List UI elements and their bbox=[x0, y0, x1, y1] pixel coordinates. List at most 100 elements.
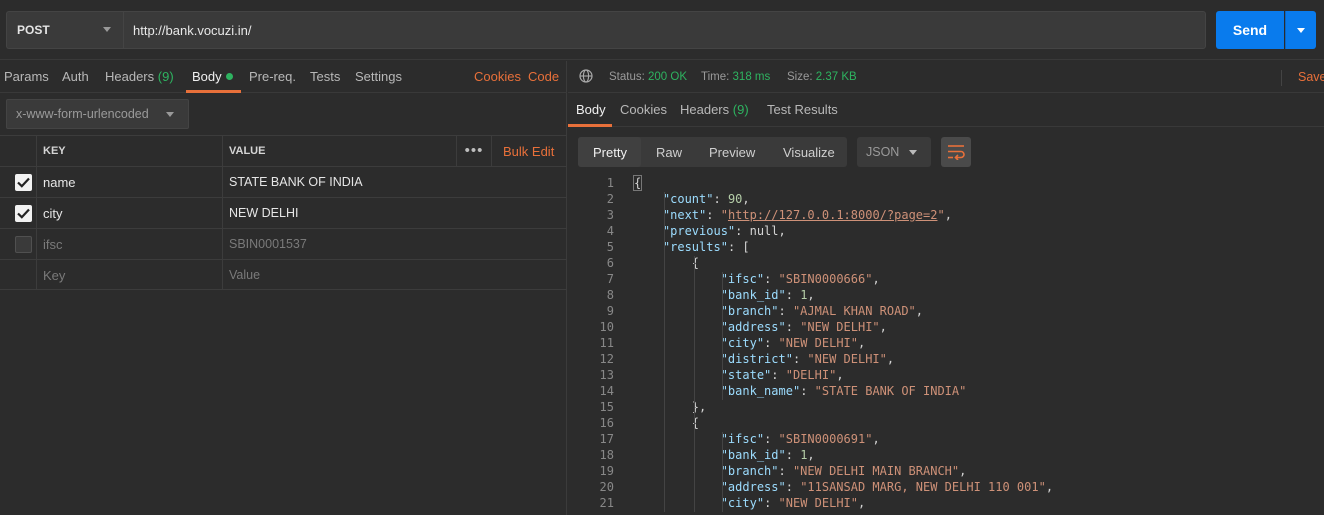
tab-headers-label: Headers bbox=[105, 69, 155, 84]
chevron-down-icon bbox=[103, 27, 111, 32]
line-number: 11 bbox=[599, 336, 614, 350]
code-line: "count": 90, bbox=[662, 192, 750, 206]
code-line: "results": [ bbox=[662, 240, 750, 254]
view-mode-switcher: Pretty Raw Preview Visualize bbox=[578, 137, 847, 167]
code-line: "next": "http://127.0.0.1:8000/?page=2", bbox=[662, 208, 952, 222]
line-number: 14 bbox=[599, 384, 614, 398]
more-options-icon[interactable]: ••• bbox=[456, 136, 492, 166]
line-number: 1 bbox=[606, 176, 614, 190]
tab-tests[interactable]: Tests bbox=[310, 69, 340, 84]
wrap-lines-icon bbox=[948, 145, 965, 160]
param-key[interactable]: name bbox=[37, 167, 223, 197]
tab-settings[interactable]: Settings bbox=[355, 69, 402, 84]
tab-headers[interactable]: Headers (9) bbox=[105, 69, 174, 84]
code-link[interactable]: Code bbox=[528, 69, 559, 84]
chevron-down-icon bbox=[166, 112, 174, 117]
wrap-lines-button[interactable] bbox=[941, 137, 971, 167]
new-value-input[interactable]: Value bbox=[223, 260, 567, 290]
view-raw[interactable]: Raw bbox=[656, 145, 682, 160]
size-label: Size: 2.37 KB bbox=[787, 71, 857, 83]
row-checkbox[interactable] bbox=[15, 205, 32, 222]
bulk-edit-link[interactable]: Bulk Edit bbox=[503, 144, 554, 159]
code-line: "district": "NEW DELHI", bbox=[720, 352, 895, 366]
cookies-link[interactable]: Cookies bbox=[474, 69, 521, 84]
status-value: 200 OK bbox=[648, 71, 688, 83]
line-number: 18 bbox=[599, 448, 614, 462]
size-label-text: Size: bbox=[787, 71, 813, 83]
key-column-header: KEY bbox=[37, 136, 223, 166]
tab-body[interactable]: Body bbox=[192, 69, 233, 84]
globe-icon[interactable] bbox=[579, 69, 593, 83]
time-label: Time: 318 ms bbox=[701, 71, 770, 83]
tab-response-headers-label: Headers bbox=[680, 102, 730, 117]
url-input[interactable]: http://bank.vocuzi.in/ bbox=[123, 11, 1206, 49]
table-row: city NEW DELHI bbox=[0, 197, 567, 228]
checkmark-icon bbox=[17, 177, 30, 188]
indent-guide bbox=[722, 272, 723, 400]
response-tabs: Body Cookies Headers (9) Test Results bbox=[568, 94, 1324, 127]
save-response-button[interactable]: Save bbox=[1281, 70, 1324, 86]
param-key[interactable]: ifsc bbox=[37, 229, 223, 259]
row-checkbox[interactable] bbox=[15, 236, 32, 253]
request-tabs: Params Auth Headers (9) Body Pre-req. Te… bbox=[0, 61, 567, 93]
param-value[interactable]: NEW DELHI bbox=[223, 198, 567, 228]
code-line: "ifsc": "SBIN0000666", bbox=[720, 272, 880, 286]
url-text: http://bank.vocuzi.in/ bbox=[133, 22, 252, 38]
response-headers-count: (9) bbox=[732, 102, 749, 117]
code-line: }, bbox=[634, 400, 707, 414]
line-number: 8 bbox=[606, 288, 614, 302]
tab-params[interactable]: Params bbox=[4, 69, 49, 84]
code-line: "bank_id": 1, bbox=[720, 288, 815, 302]
table-row: ifsc SBIN0001537 bbox=[0, 228, 567, 259]
code-line: "address": "NEW DELHI", bbox=[720, 320, 887, 334]
code-line: "state": "DELHI", bbox=[720, 368, 844, 382]
tab-prereq[interactable]: Pre-req. bbox=[249, 69, 296, 84]
size-value: 2.37 KB bbox=[815, 71, 857, 83]
response-body-code[interactable]: 1 {2 "count": 90, 3 "next": "http://127.0.… bbox=[568, 174, 1324, 515]
send-options-button[interactable] bbox=[1285, 11, 1316, 49]
line-number: 9 bbox=[606, 304, 614, 318]
send-button[interactable]: Send bbox=[1216, 11, 1284, 49]
time-label-text: Time: bbox=[701, 71, 730, 83]
tab-response-headers[interactable]: Headers (9) bbox=[680, 102, 749, 117]
body-type-label: x-www-form-urlencoded bbox=[16, 107, 149, 121]
format-select[interactable]: JSON bbox=[857, 137, 931, 167]
new-key-input[interactable]: Key bbox=[37, 260, 223, 290]
chevron-down-icon bbox=[909, 150, 917, 155]
tab-response-body[interactable]: Body bbox=[576, 102, 606, 117]
table-header: KEY VALUE ••• Bulk Edit bbox=[0, 135, 567, 166]
tab-test-results[interactable]: Test Results bbox=[767, 102, 838, 117]
view-preview[interactable]: Preview bbox=[709, 145, 755, 160]
tab-body-label: Body bbox=[192, 69, 222, 84]
code-line: "bank_name": "STATE BANK OF INDIA" bbox=[720, 384, 967, 398]
code-line: "city": "NEW DELHI", bbox=[720, 496, 866, 510]
checkmark-icon bbox=[17, 208, 30, 219]
view-pretty[interactable]: Pretty bbox=[593, 145, 627, 160]
param-key[interactable]: city bbox=[37, 198, 223, 228]
value-header-label: VALUE bbox=[229, 145, 266, 157]
time-value: 318 ms bbox=[732, 71, 771, 83]
line-number: 12 bbox=[599, 352, 614, 366]
method-select[interactable]: POST bbox=[6, 11, 123, 49]
table-row: name STATE BANK OF INDIA bbox=[0, 166, 567, 197]
line-number: 3 bbox=[606, 208, 614, 222]
param-value[interactable]: STATE BANK OF INDIA bbox=[223, 167, 567, 197]
tab-response-cookies[interactable]: Cookies bbox=[620, 102, 667, 117]
status-label-text: Status: bbox=[609, 71, 645, 83]
line-number: 2 bbox=[606, 192, 614, 206]
param-value[interactable]: SBIN0001537 bbox=[223, 229, 567, 259]
new-param-row: Key Value bbox=[0, 259, 567, 290]
body-type-select[interactable]: x-www-form-urlencoded bbox=[6, 99, 189, 129]
line-number: 15 bbox=[599, 400, 614, 414]
code-line: "branch": "AJMAL KHAN ROAD", bbox=[720, 304, 924, 318]
tab-auth[interactable]: Auth bbox=[62, 69, 89, 84]
active-tab-underline bbox=[186, 90, 241, 93]
indent-guide bbox=[694, 256, 695, 512]
view-visualize[interactable]: Visualize bbox=[783, 145, 835, 160]
line-number: 20 bbox=[599, 480, 614, 494]
format-label: JSON bbox=[866, 145, 900, 159]
row-checkbox[interactable] bbox=[15, 174, 32, 191]
indent-guide bbox=[664, 192, 665, 512]
chevron-down-icon bbox=[1297, 28, 1305, 33]
code-line: "bank_id": 1, bbox=[720, 448, 815, 462]
